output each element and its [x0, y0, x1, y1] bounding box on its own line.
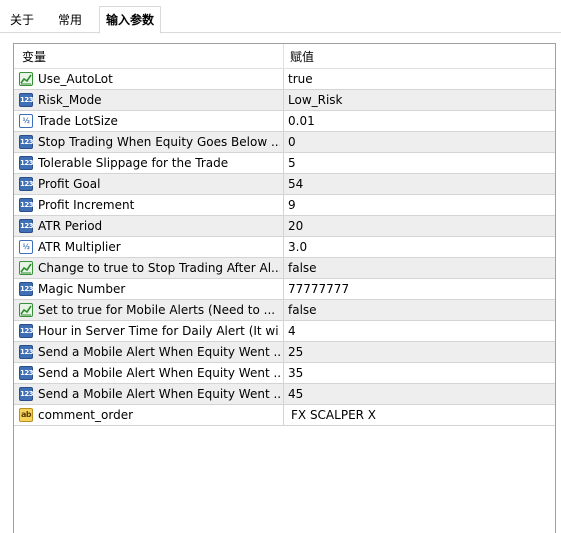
table-row[interactable]: ½ ATR Multiplier 3.0	[14, 237, 555, 258]
cell-divider	[283, 405, 284, 425]
int-icon: 123	[19, 93, 34, 107]
variable-name: Set to true for Mobile Alerts (Need to .…	[38, 303, 276, 317]
table-row[interactable]: 123 Send a Mobile Alert When Equity Went …	[14, 342, 555, 363]
table-row[interactable]: 123 ATR Period 20	[14, 216, 555, 237]
variable-value[interactable]: 45	[288, 384, 550, 404]
variable-value[interactable]: 3.0	[288, 237, 550, 257]
variable-value[interactable]: false	[288, 300, 550, 320]
cell-divider	[283, 69, 284, 89]
table-row[interactable]: 123 Hour in Server Time for Daily Alert (…	[14, 321, 555, 342]
table-row[interactable]: 123 Send a Mobile Alert When Equity Went …	[14, 384, 555, 405]
variable-name: Trade LotSize	[38, 114, 118, 128]
variable-name: comment_order	[38, 408, 134, 422]
cell-divider	[283, 174, 284, 194]
column-header-value[interactable]: 赋值	[290, 48, 314, 66]
cell-divider	[283, 321, 284, 341]
double-icon: ½	[19, 114, 33, 128]
variable-value[interactable]: 77777777	[288, 279, 550, 299]
variable-value[interactable]: 0.01	[288, 111, 550, 131]
tab-about[interactable]: 关于	[6, 9, 38, 33]
bool-icon	[19, 261, 33, 275]
cell-divider	[283, 153, 284, 173]
table-row[interactable]: ½ Trade LotSize 0.01	[14, 111, 555, 132]
int-icon: 123	[19, 156, 34, 170]
variable-value[interactable]: 20	[288, 216, 550, 236]
variable-value[interactable]: true	[288, 69, 550, 89]
variable-name: ATR Period	[38, 219, 103, 233]
variable-name: Send a Mobile Alert When Equity Went ...	[38, 366, 280, 380]
variable-name: Magic Number	[38, 282, 126, 296]
double-icon: ½	[19, 240, 33, 254]
variable-name: Send a Mobile Alert When Equity Went ...	[38, 387, 280, 401]
inputs-table: 变量 赋值 Use_AutoLot true 123 Risk_Mode Low_Ris…	[13, 43, 556, 533]
cell-divider	[283, 363, 284, 383]
int-icon: 123	[19, 366, 34, 380]
variable-name: Use_AutoLot	[38, 72, 113, 86]
table-header: 变量 赋值	[14, 44, 555, 69]
int-icon: 123	[19, 387, 34, 401]
cell-divider	[283, 279, 284, 299]
cell-divider	[283, 216, 284, 236]
table-row[interactable]: 123 Tolerable Slippage for the Trade 5	[14, 153, 555, 174]
variable-value[interactable]: Low_Risk	[288, 90, 550, 110]
table-row[interactable]: 123 Stop Trading When Equity Goes Below .…	[14, 132, 555, 153]
tab-common[interactable]: 常用	[54, 9, 86, 33]
cell-divider	[283, 258, 284, 278]
variable-value[interactable]: 25	[288, 342, 550, 362]
variable-value[interactable]: 35	[288, 363, 550, 383]
variable-value[interactable]: 5	[288, 153, 550, 173]
cell-divider	[283, 342, 284, 362]
int-icon: 123	[19, 198, 34, 212]
variable-name: Send a Mobile Alert When Equity Went ...	[38, 345, 280, 359]
tab-bar: 关于 常用 输入参数	[0, 0, 561, 34]
variable-value[interactable]: FX SCALPER X	[291, 405, 553, 425]
variable-name: Profit Goal	[38, 177, 101, 191]
table-row[interactable]: 123 Profit Goal 54	[14, 174, 555, 195]
cell-divider	[283, 237, 284, 257]
variable-value[interactable]: 4	[288, 321, 550, 341]
table-row[interactable]: 123 Risk_Mode Low_Risk	[14, 90, 555, 111]
variable-value[interactable]: 9	[288, 195, 550, 215]
bool-icon	[19, 72, 33, 86]
variable-name: Tolerable Slippage for the Trade	[38, 156, 229, 170]
variable-name: Stop Trading When Equity Goes Below ...	[38, 135, 280, 149]
table-row[interactable]: Set to true for Mobile Alerts (Need to .…	[14, 300, 555, 321]
variable-value[interactable]: 0	[288, 132, 550, 152]
table-row[interactable]: ab comment_order FX SCALPER X	[14, 405, 555, 426]
int-icon: 123	[19, 282, 34, 296]
cell-divider	[283, 300, 284, 320]
variable-value[interactable]: false	[288, 258, 550, 278]
tab-inputs[interactable]: 输入参数	[99, 6, 162, 34]
variable-name: Hour in Server Time for Daily Alert (It …	[38, 324, 280, 338]
cell-divider	[283, 90, 284, 110]
column-divider[interactable]	[283, 44, 284, 68]
string-icon: ab	[19, 408, 33, 422]
variable-name: Change to true to Stop Trading After Al.…	[38, 261, 280, 275]
int-icon: 123	[19, 219, 34, 233]
cell-divider	[283, 111, 284, 131]
cell-divider	[283, 132, 284, 152]
table-row[interactable]: 123 Send a Mobile Alert When Equity Went …	[14, 363, 555, 384]
bool-icon	[19, 303, 33, 317]
cell-divider	[283, 384, 284, 404]
table-row[interactable]: Change to true to Stop Trading After Al.…	[14, 258, 555, 279]
table-row[interactable]: 123 Magic Number 77777777	[14, 279, 555, 300]
variable-value[interactable]: 54	[288, 174, 550, 194]
table-row[interactable]: 123 Profit Increment 9	[14, 195, 555, 216]
int-icon: 123	[19, 345, 34, 359]
variable-name: Risk_Mode	[38, 93, 102, 107]
column-header-variable[interactable]: 变量	[22, 48, 46, 66]
table-body: Use_AutoLot true 123 Risk_Mode Low_Risk ½ Trad…	[14, 69, 555, 426]
int-icon: 123	[19, 324, 34, 338]
properties-window: 关于 常用 输入参数 变量 赋值 Use_AutoLot true 123 Risk_…	[0, 0, 561, 533]
cell-divider	[283, 195, 284, 215]
int-icon: 123	[19, 135, 34, 149]
variable-name: ATR Multiplier	[38, 240, 121, 254]
variable-name: Profit Increment	[38, 198, 135, 212]
table-row[interactable]: Use_AutoLot true	[14, 69, 555, 90]
int-icon: 123	[19, 177, 34, 191]
